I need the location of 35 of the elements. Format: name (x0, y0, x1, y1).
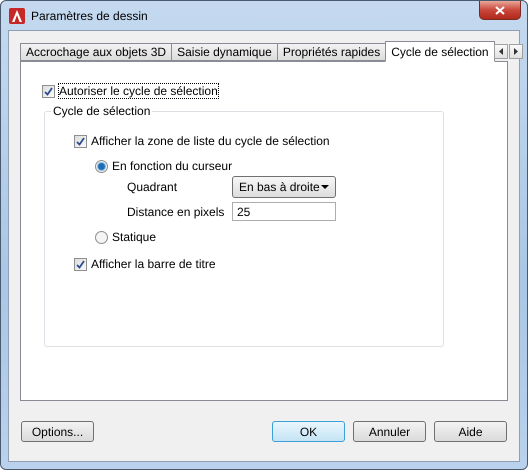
tab[interactable]: Propriétés rapides (276, 43, 386, 61)
checkbox[interactable] (74, 258, 87, 270)
left-arrow-icon (498, 48, 503, 55)
radio-label: Statique (112, 230, 156, 244)
window-title: Paramètres de dessin (31, 8, 149, 22)
checkbox-label: Afficher la barre de titre (91, 257, 216, 271)
close-button[interactable] (479, 1, 521, 20)
dialog-button[interactable]: Aide (434, 421, 507, 442)
checkbox[interactable] (74, 134, 87, 148)
checkmark-icon (76, 136, 85, 146)
tab[interactable]: Saisie dynamique (171, 43, 278, 61)
right-arrow-icon (514, 48, 518, 55)
dialog-button[interactable]: OK (272, 421, 345, 442)
distance-field[interactable]: 25 (232, 202, 336, 221)
field-label: Quadrant (127, 180, 178, 194)
dialog-button[interactable]: Options... (21, 421, 94, 442)
field-label: Distance en pixels (127, 204, 226, 218)
checkmark-icon (76, 260, 85, 268)
tab[interactable]: Cycle de sélection (385, 41, 495, 62)
dialog-button[interactable]: Annuler (353, 421, 426, 442)
app-logo-icon (9, 8, 25, 24)
scroll-right-button[interactable] (508, 44, 523, 59)
checkbox-label: Afficher la zone de liste du cycle de sélection (91, 134, 330, 148)
tab[interactable]: Accrochage aux objets 3D (20, 43, 172, 61)
checkbox-label: Autoriser le cycle de sélection (59, 84, 218, 98)
checkbox[interactable] (42, 84, 55, 98)
radio-label: En fonction du curseur (112, 159, 232, 173)
radio-button[interactable] (95, 230, 108, 244)
checkmark-icon (44, 86, 53, 96)
close-icon (495, 6, 505, 14)
radio-button[interactable] (95, 160, 108, 172)
scroll-left-button[interactable] (494, 44, 508, 59)
group-title: Cycle de sélection (51, 104, 152, 118)
dropdown-arrow-icon (321, 185, 329, 189)
quadrant-dropdown[interactable]: En bas à droite (232, 176, 336, 198)
